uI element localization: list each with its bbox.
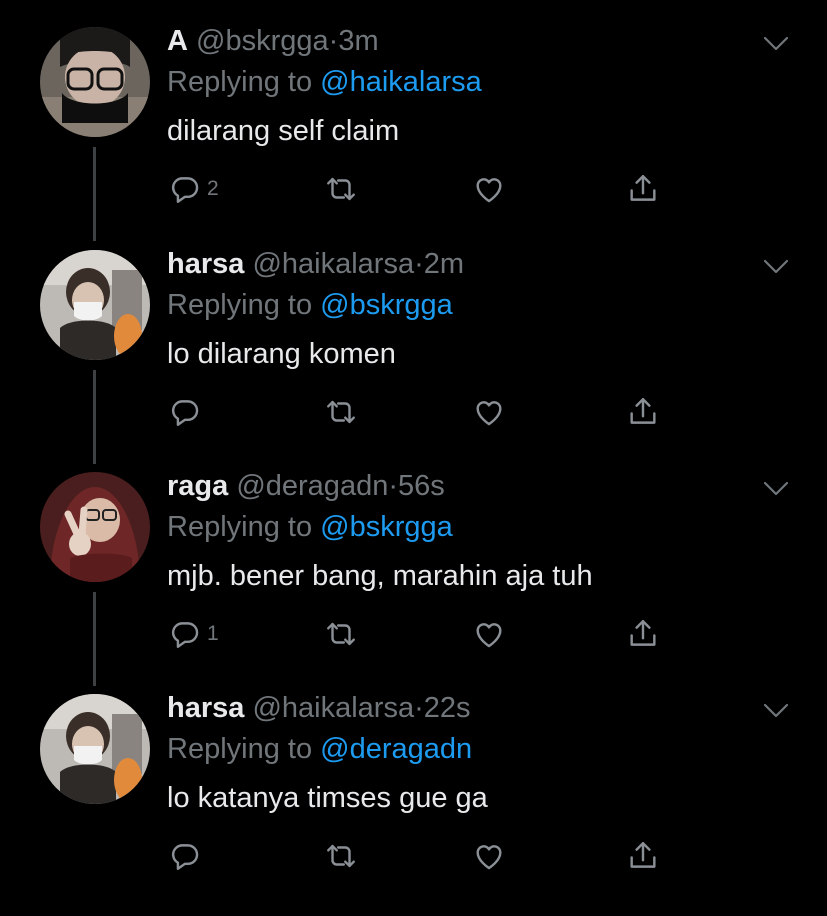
heart-icon bbox=[472, 395, 506, 429]
handle[interactable]: @deragadn bbox=[236, 470, 388, 502]
author-line: harsa @haikalarsa·22s bbox=[167, 692, 471, 725]
timestamp[interactable]: 22s bbox=[424, 692, 471, 724]
share-button[interactable] bbox=[626, 614, 660, 654]
tweet-actions bbox=[0, 392, 827, 432]
avatar-masked-person bbox=[40, 250, 150, 360]
heart-icon bbox=[472, 839, 506, 873]
reply-icon bbox=[168, 617, 202, 651]
avatar-masked-person bbox=[40, 694, 150, 804]
retweet-button[interactable] bbox=[324, 614, 358, 654]
author-line: A @bskrgga·3m bbox=[167, 25, 379, 58]
share-icon bbox=[626, 172, 660, 206]
tweet-text: dilarang self claim bbox=[167, 115, 400, 147]
retweet-icon bbox=[324, 395, 358, 429]
retweet-icon bbox=[324, 617, 358, 651]
avatar[interactable] bbox=[40, 472, 150, 582]
avatar[interactable] bbox=[40, 250, 150, 360]
tweet[interactable]: A @bskrgga·3m Replying to @haikalarsa di… bbox=[0, 25, 827, 249]
display-name[interactable]: harsa bbox=[167, 692, 244, 724]
retweet-button[interactable] bbox=[324, 392, 358, 432]
replying-to-label: Replying to bbox=[167, 66, 313, 98]
separator-dot: · bbox=[414, 248, 424, 280]
retweet-button[interactable] bbox=[324, 169, 358, 209]
avatar[interactable] bbox=[40, 27, 150, 137]
tweet-text: lo katanya timses gue ga bbox=[167, 782, 488, 814]
timestamp[interactable]: 56s bbox=[398, 470, 445, 502]
replying-to-label: Replying to bbox=[167, 289, 313, 321]
more-options-chevron-icon[interactable] bbox=[762, 480, 790, 498]
handle[interactable]: @haikalarsa bbox=[252, 692, 414, 724]
replying-to-link[interactable]: @haikalarsa bbox=[320, 66, 482, 98]
tweet-actions: 2 bbox=[0, 169, 827, 209]
handle[interactable]: @haikalarsa bbox=[252, 248, 414, 280]
replying-to: Replying to @haikalarsa bbox=[167, 66, 482, 99]
like-button[interactable] bbox=[472, 169, 506, 209]
reply-button[interactable]: 2 bbox=[168, 169, 219, 209]
avatar-glasses-person bbox=[40, 27, 150, 137]
timestamp[interactable]: 2m bbox=[424, 248, 464, 280]
share-button[interactable] bbox=[626, 392, 660, 432]
more-options-chevron-icon[interactable] bbox=[762, 702, 790, 720]
reply-count: 1 bbox=[207, 622, 219, 645]
tweet[interactable]: harsa @haikalarsa·2m Replying to @bskrgg… bbox=[0, 248, 827, 472]
share-icon bbox=[626, 395, 660, 429]
retweet-button[interactable] bbox=[324, 836, 358, 876]
separator-dot: · bbox=[414, 692, 424, 724]
reply-icon bbox=[168, 395, 202, 429]
tweet[interactable]: raga @deragadn·56s Replying to @bskrgga … bbox=[0, 470, 827, 694]
tweet-actions bbox=[0, 836, 827, 876]
like-button[interactable] bbox=[472, 836, 506, 876]
author-line: harsa @haikalarsa·2m bbox=[167, 248, 464, 281]
heart-icon bbox=[472, 617, 506, 651]
reply-button[interactable] bbox=[168, 392, 207, 432]
reply-icon bbox=[168, 839, 202, 873]
display-name[interactable]: harsa bbox=[167, 248, 244, 280]
timestamp[interactable]: 3m bbox=[338, 25, 378, 57]
separator-dot: · bbox=[388, 470, 398, 502]
share-icon bbox=[626, 839, 660, 873]
like-button[interactable] bbox=[472, 392, 506, 432]
share-icon bbox=[626, 617, 660, 651]
share-button[interactable] bbox=[626, 836, 660, 876]
tweet[interactable]: harsa @haikalarsa·22s Replying to @derag… bbox=[0, 692, 827, 916]
replying-to-label: Replying to bbox=[167, 511, 313, 543]
tweet-text: lo dilarang komen bbox=[167, 338, 396, 370]
replying-to-link[interactable]: @deragadn bbox=[320, 733, 472, 765]
replying-to: Replying to @deragadn bbox=[167, 733, 472, 766]
like-button[interactable] bbox=[472, 614, 506, 654]
tweet-actions: 1 bbox=[0, 614, 827, 654]
more-options-chevron-icon[interactable] bbox=[762, 35, 790, 53]
display-name[interactable]: raga bbox=[167, 470, 228, 502]
reply-count: 2 bbox=[207, 177, 219, 200]
retweet-icon bbox=[324, 839, 358, 873]
share-button[interactable] bbox=[626, 169, 660, 209]
more-options-chevron-icon[interactable] bbox=[762, 258, 790, 276]
avatar-peace-sign-person bbox=[40, 472, 150, 582]
reply-button[interactable] bbox=[168, 836, 207, 876]
replying-to-link[interactable]: @bskrgga bbox=[320, 289, 453, 321]
replying-to-label: Replying to bbox=[167, 733, 313, 765]
reply-button[interactable]: 1 bbox=[168, 614, 219, 654]
replying-to-link[interactable]: @bskrgga bbox=[320, 511, 453, 543]
retweet-icon bbox=[324, 172, 358, 206]
separator-dot: · bbox=[328, 25, 339, 57]
reply-icon bbox=[168, 172, 202, 206]
avatar[interactable] bbox=[40, 694, 150, 804]
author-line: raga @deragadn·56s bbox=[167, 470, 445, 503]
heart-icon bbox=[472, 172, 506, 206]
replying-to: Replying to @bskrgga bbox=[167, 289, 453, 322]
handle[interactable]: @bskrgga bbox=[196, 25, 329, 57]
tweet-text: mjb. bener bang, marahin aja tuh bbox=[167, 560, 593, 592]
replying-to: Replying to @bskrgga bbox=[167, 511, 453, 544]
display-name[interactable]: A bbox=[167, 25, 188, 57]
